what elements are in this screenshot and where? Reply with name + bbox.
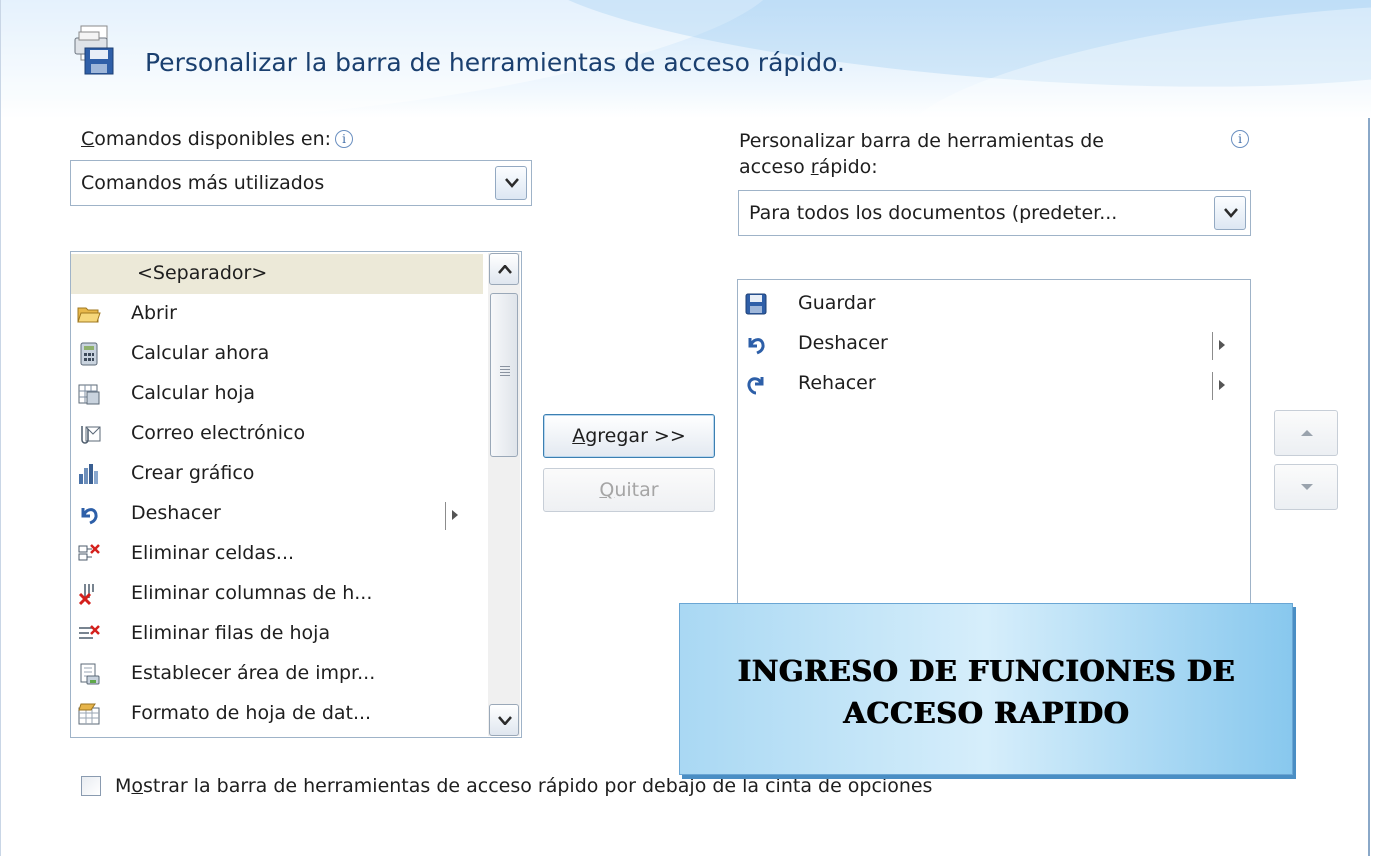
list-item-label: Calcular hoja [131, 382, 256, 404]
move-up-button[interactable] [1274, 410, 1338, 456]
caption-line-2: ACCESO RAPIDO [843, 696, 1129, 730]
list-item-label: Eliminar columnas de h... [131, 582, 373, 604]
available-command-list-item[interactable]: Establecer área de impr... [71, 654, 483, 694]
redo-icon [744, 372, 768, 396]
scrollbar-thumb[interactable] [490, 293, 518, 457]
email-attachment-icon [77, 422, 101, 446]
toolbar-scope-dropdown[interactable]: Para todos los documentos (predeter... [738, 190, 1251, 236]
list-item-label: Deshacer [798, 332, 888, 354]
available-command-list-item[interactable]: Correo electrónico [71, 414, 483, 454]
info-icon[interactable]: i [1231, 130, 1249, 148]
available-command-list-item[interactable]: Calcular hoja [71, 374, 483, 414]
undo-icon [744, 332, 768, 356]
delete-rows-icon [77, 622, 101, 646]
available-command-list-item[interactable]: Abrir [71, 294, 483, 334]
available-commands-label: Comandos disponibles en: i [81, 128, 354, 150]
list-item-label: Establecer área de impr... [131, 662, 376, 684]
save-icon [744, 292, 768, 316]
available-command-list-item[interactable]: Eliminar filas de hoja [71, 614, 483, 654]
list-item-label: Abrir [131, 302, 177, 324]
toolbar-command-list-item[interactable]: Guardar [738, 284, 1250, 324]
caption-line-1: INGRESO DE FUNCIONES DE [737, 654, 1235, 688]
list-item-label: Guardar [798, 292, 876, 314]
list-item-label: Crear gráfico [131, 462, 255, 484]
scroll-down-icon[interactable] [489, 704, 519, 736]
delete-columns-icon [77, 582, 101, 606]
datasheet-format-icon [77, 702, 101, 726]
toolbar-command-list-item[interactable]: Deshacer [738, 324, 1250, 364]
calculator-icon [77, 342, 101, 366]
dialog-frame: Personalizar la barra de herramientas de… [0, 0, 1371, 856]
available-command-list-item[interactable]: Deshacer [71, 494, 483, 534]
quick-access-toolbar-icon [74, 25, 114, 75]
available-command-list-item[interactable]: Calcular ahora [71, 334, 483, 374]
undo-icon [77, 502, 101, 526]
list-item-label: Formato de hoja de dat... [131, 702, 372, 724]
list-item-label: Rehacer [798, 372, 876, 394]
submenu-arrow-icon[interactable] [445, 502, 458, 530]
customize-toolbar-label: Personalizar barra de herramientas de ac… [739, 130, 1104, 178]
list-item-label: Eliminar celdas... [131, 542, 295, 564]
sheet-calc-icon [77, 382, 101, 406]
chart-icon [77, 462, 101, 486]
arrow-up-icon [1301, 430, 1313, 436]
show-below-ribbon-label[interactable]: Mostrar la barra de herramientas de acce… [115, 775, 932, 797]
move-down-button[interactable] [1274, 464, 1338, 510]
arrow-down-icon [1301, 484, 1313, 490]
list-item-label: Calcular ahora [131, 342, 270, 364]
available-command-list-item[interactable]: <Separador> [71, 254, 483, 294]
available-commands-list[interactable]: <Separador> Abrir Calcular ahora Calcular h… [70, 251, 522, 738]
chevron-down-icon[interactable] [495, 166, 527, 200]
available-command-list-item[interactable]: Eliminar columnas de h... [71, 574, 483, 614]
toolbar-command-list-item[interactable]: Rehacer [738, 364, 1250, 404]
remove-button[interactable]: Quitar [543, 468, 715, 512]
show-below-ribbon-checkbox[interactable] [81, 776, 101, 796]
delete-cells-icon [77, 542, 101, 566]
available-command-list-item[interactable]: Formato de hoja de dat... [71, 694, 483, 734]
available-commands-value: Comandos más utilizados [81, 172, 325, 194]
scroll-up-icon[interactable] [489, 253, 519, 285]
print-area-icon [77, 662, 101, 686]
open-folder-icon [77, 302, 101, 326]
list-item-label: Eliminar filas de hoja [131, 622, 331, 644]
submenu-arrow-icon[interactable] [1212, 332, 1225, 360]
dialog-title: Personalizar la barra de herramientas de… [145, 48, 845, 77]
commands-scrollbar[interactable] [488, 253, 520, 736]
submenu-arrow-icon[interactable] [1212, 372, 1225, 400]
chevron-down-icon[interactable] [1214, 196, 1246, 230]
available-command-list-item[interactable]: Crear gráfico [71, 454, 483, 494]
available-commands-dropdown[interactable]: Comandos más utilizados [70, 160, 532, 206]
list-item-label: Deshacer [131, 502, 221, 524]
available-command-list-item[interactable]: Eliminar celdas... [71, 534, 483, 574]
toolbar-scope-value: Para todos los documentos (predeter... [749, 202, 1118, 224]
dialog-header: Personalizar la barra de herramientas de… [1, 0, 1371, 118]
add-button[interactable]: Agregar >> [543, 414, 715, 458]
list-item-label: Correo electrónico [131, 422, 306, 444]
caption-overlay: INGRESO DE FUNCIONES DE ACCESO RAPIDO [679, 603, 1293, 775]
list-item-label: <Separador> [137, 262, 268, 284]
info-icon[interactable]: i [335, 130, 354, 148]
